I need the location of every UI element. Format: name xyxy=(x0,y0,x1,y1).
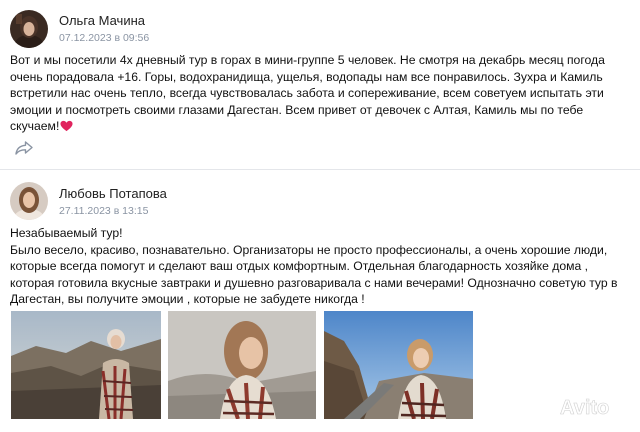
review-photo-portrait[interactable] xyxy=(168,311,316,419)
review-body: Было весело, красиво, познавательно. Орг… xyxy=(10,242,618,307)
avito-watermark-logo: Avito xyxy=(533,397,610,419)
avatar[interactable] xyxy=(10,10,48,48)
author-name[interactable]: Любовь Потапова xyxy=(59,186,167,201)
avatar[interactable] xyxy=(10,182,48,220)
review-card: Ольга Мачина 07.12.2023 в 09:56 Вот и мы… xyxy=(0,0,640,168)
heart-emoji-icon xyxy=(60,120,73,132)
review-text: Незабываемый тур! Было весело, красиво, … xyxy=(10,225,632,308)
watermark-text: Avito xyxy=(560,397,609,419)
author-name[interactable]: Ольга Мачина xyxy=(59,13,145,28)
review-date: 07.12.2023 в 09:56 xyxy=(59,32,150,44)
review-body: Вот и мы посетили 4х дневный тур в горах… xyxy=(10,53,605,133)
share-icon[interactable] xyxy=(15,141,33,155)
review-headline: Незабываемый тур! xyxy=(10,226,123,240)
divider xyxy=(0,169,640,170)
review-text: Вот и мы посетили 4х дневный тур в горах… xyxy=(10,52,632,135)
review-photo-selfie[interactable] xyxy=(324,311,473,419)
review-date: 27.11.2023 в 13:15 xyxy=(59,205,149,217)
review-photo-mountain[interactable] xyxy=(11,311,161,419)
